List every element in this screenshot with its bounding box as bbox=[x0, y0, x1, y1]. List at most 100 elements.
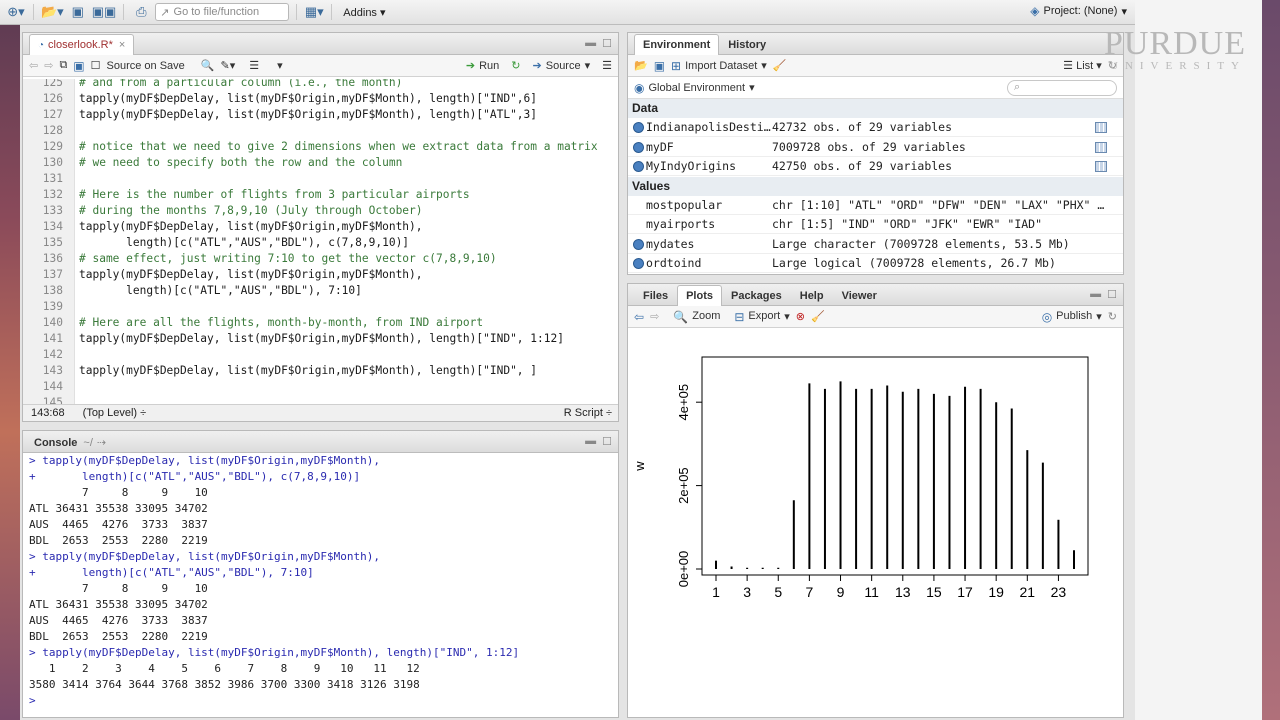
code-line[interactable]: 144 bbox=[23, 379, 618, 395]
forward-arrow-icon[interactable]: ⇨ bbox=[650, 310, 659, 323]
view-mode-selector[interactable]: ☰ List ▾ bbox=[1063, 59, 1102, 72]
remove-plot-icon[interactable]: ⊗ bbox=[796, 310, 805, 323]
goto-dir-icon[interactable]: ⇢ bbox=[97, 436, 106, 449]
code-line[interactable]: 129 # notice that we need to give 2 dimen… bbox=[23, 139, 618, 155]
view-table-icon[interactable] bbox=[1095, 141, 1107, 153]
new-file-icon[interactable]: ⊕▾ bbox=[6, 3, 26, 21]
save-workspace-icon[interactable]: ▣ bbox=[654, 59, 665, 73]
env-row[interactable]: MyIndyOrigins 42750 obs. of 29 variables bbox=[628, 157, 1123, 176]
back-icon[interactable]: ⇦ bbox=[29, 59, 38, 72]
wand-icon[interactable]: ✎▾ bbox=[221, 59, 236, 72]
export-button[interactable]: ⊟ Export ▾ bbox=[734, 310, 789, 324]
minimize-icon[interactable]: ▬ bbox=[585, 37, 596, 50]
source-on-save-checkbox[interactable]: ☐ bbox=[91, 59, 101, 72]
source-button[interactable]: ➔ Source ▾ bbox=[533, 59, 591, 73]
expand-icon[interactable] bbox=[633, 238, 644, 250]
code-line[interactable]: 139 bbox=[23, 299, 618, 315]
maximize-icon[interactable]: ☐ bbox=[602, 37, 612, 50]
scope-selector[interactable]: ◉ Global Environment ▾ bbox=[634, 81, 755, 95]
open-file-icon[interactable]: 📂▾ bbox=[41, 3, 64, 21]
tab-plots[interactable]: Plots bbox=[677, 285, 722, 306]
minimize-icon[interactable]: ▬ bbox=[585, 435, 596, 448]
search-icon[interactable]: 🔍 bbox=[201, 59, 215, 72]
view-table-icon[interactable] bbox=[1095, 122, 1107, 133]
save-all-icon[interactable]: ▣▣ bbox=[92, 3, 117, 21]
minimize-icon[interactable]: ▬ bbox=[1090, 288, 1101, 301]
code-line[interactable]: 140 # Here are all the flights, month-by-… bbox=[23, 315, 618, 331]
console-output[interactable]: > tapply(myDF$DepDelay, list(myDF$Origin… bbox=[23, 453, 618, 717]
console-label: Console bbox=[34, 436, 78, 449]
save-icon[interactable]: ▣ bbox=[68, 3, 88, 21]
close-icon[interactable]: × bbox=[119, 39, 125, 51]
code-line[interactable]: 136 # same effect, just writing 7:10 to g… bbox=[23, 251, 618, 267]
back-arrow-icon[interactable]: ⇦ bbox=[634, 310, 644, 324]
code-line[interactable]: 138 length)[c("ATL","AUS","BDL"), 7:10] bbox=[23, 283, 618, 299]
code-line[interactable]: 128 bbox=[23, 123, 618, 139]
file-type-selector[interactable]: R Script ÷ bbox=[564, 407, 612, 419]
maximize-icon[interactable]: ☐ bbox=[1107, 288, 1117, 301]
code-editor[interactable]: 125 # and from a particular column (i.e.,… bbox=[23, 79, 618, 404]
run-button[interactable]: ➔ Run bbox=[466, 59, 499, 73]
forward-icon[interactable]: ⇨ bbox=[44, 59, 53, 72]
code-line[interactable]: 142 bbox=[23, 347, 618, 363]
env-row[interactable]: ordtoind Large logical (7009728 elements,… bbox=[628, 254, 1123, 273]
zoom-button[interactable]: 🔍 Zoom bbox=[673, 310, 720, 324]
code-line[interactable]: 135 length)[c("ATL","AUS","BDL"), c(7,8,… bbox=[23, 235, 618, 251]
env-row[interactable]: IndianapolisDesti… 42732 obs. of 29 varia… bbox=[628, 118, 1123, 137]
tab-packages[interactable]: Packages bbox=[722, 285, 791, 305]
env-row[interactable]: mostpopular chr [1:10] "ATL" "ORD" "DFW" … bbox=[628, 196, 1123, 215]
tab-viewer[interactable]: Viewer bbox=[833, 285, 886, 305]
view-table-icon[interactable] bbox=[1095, 161, 1107, 172]
addins-menu[interactable]: Addins ▾ bbox=[343, 6, 385, 19]
code-line[interactable]: 127 tapply(myDF$DepDelay, list(myDF$Origi… bbox=[23, 107, 618, 123]
goto-file-input[interactable]: ↗ Go to file/function bbox=[155, 3, 290, 21]
code-line[interactable]: 125 # and from a particular column (i.e.,… bbox=[23, 79, 618, 91]
scope-selector[interactable]: (Top Level) ÷ bbox=[83, 407, 147, 419]
project-menu[interactable]: ◈ Project: (None) ▾ bbox=[1030, 4, 1127, 18]
code-line[interactable]: 143 tapply(myDF$DepDelay, list(myDF$Origi… bbox=[23, 363, 618, 379]
code-line[interactable]: 126 tapply(myDF$DepDelay, list(myDF$Origi… bbox=[23, 91, 618, 107]
refresh-icon[interactable]: ↻ bbox=[1108, 310, 1117, 323]
env-row[interactable]: myairports chr [1:5] "IND" "ORD" "JFK" "E… bbox=[628, 215, 1123, 234]
broom-icon[interactable]: 🧹 bbox=[811, 310, 825, 323]
line-number: 135 bbox=[42, 236, 63, 249]
expand-icon[interactable] bbox=[633, 122, 644, 133]
tab-help[interactable]: Help bbox=[791, 285, 833, 305]
code-line[interactable]: 130 # we need to specify both the row and… bbox=[23, 155, 618, 171]
cursor-position: 143:68 bbox=[31, 407, 65, 419]
code-line[interactable]: 141 tapply(myDF$DepDelay, list(myDF$Origi… bbox=[23, 331, 618, 347]
load-workspace-icon[interactable]: 📂 bbox=[634, 59, 648, 72]
import-dataset-button[interactable]: ⊞ Import Dataset ▾ bbox=[671, 59, 767, 73]
env-var-name: myDF bbox=[646, 139, 674, 154]
broom-icon[interactable]: 🧹 bbox=[773, 59, 787, 72]
expand-icon[interactable] bbox=[633, 161, 644, 172]
plots-tabbar: Files Plots Packages Help Viewer ▬ ☐ bbox=[628, 284, 1123, 306]
maximize-icon[interactable]: ☐ bbox=[602, 435, 612, 448]
tab-closerlook[interactable]: ◔ closerlook.R* × bbox=[29, 34, 135, 55]
show-in-window-icon[interactable]: ⧉ bbox=[59, 59, 67, 72]
tab-history[interactable]: History bbox=[719, 34, 775, 54]
save-icon[interactable]: ▣ bbox=[73, 59, 84, 73]
tab-console[interactable]: Console ~/ ⇢ bbox=[29, 432, 115, 452]
expand-icon[interactable] bbox=[633, 141, 644, 153]
print-icon[interactable]: ⎙ bbox=[131, 3, 151, 21]
tab-environment[interactable]: Environment bbox=[634, 34, 720, 55]
rerun-icon[interactable]: ↻ bbox=[511, 59, 520, 72]
publish-button[interactable]: ◎ Publish ▾ bbox=[1042, 310, 1102, 324]
env-search-input[interactable]: ⌕ bbox=[1007, 79, 1117, 96]
chevron-down-icon[interactable]: ▾ bbox=[277, 59, 283, 72]
code-line[interactable]: 133 # during the months 7,8,9,10 (July th… bbox=[23, 203, 618, 219]
env-row[interactable]: mydates Large character (7009728 elements… bbox=[628, 235, 1123, 254]
tab-files[interactable]: Files bbox=[634, 285, 677, 305]
pane-controls: ▬ ☐ bbox=[1090, 288, 1117, 301]
code-line[interactable]: 134 tapply(myDF$DepDelay, list(myDF$Origi… bbox=[23, 219, 618, 235]
code-line[interactable]: 131 bbox=[23, 171, 618, 187]
grid-layout-icon[interactable]: ▦▾ bbox=[304, 3, 324, 21]
code-line[interactable]: 145 bbox=[23, 395, 618, 404]
code-line[interactable]: 132 # Here is the number of flights from … bbox=[23, 187, 618, 203]
env-row[interactable]: myDF 7009728 obs. of 29 variables bbox=[628, 138, 1123, 157]
outline-icon[interactable]: ☰ bbox=[249, 59, 259, 72]
menu-icon[interactable]: ☰ bbox=[602, 59, 612, 72]
expand-icon[interactable] bbox=[633, 258, 644, 269]
code-line[interactable]: 137 tapply(myDF$DepDelay, list(myDF$Origi… bbox=[23, 267, 618, 283]
